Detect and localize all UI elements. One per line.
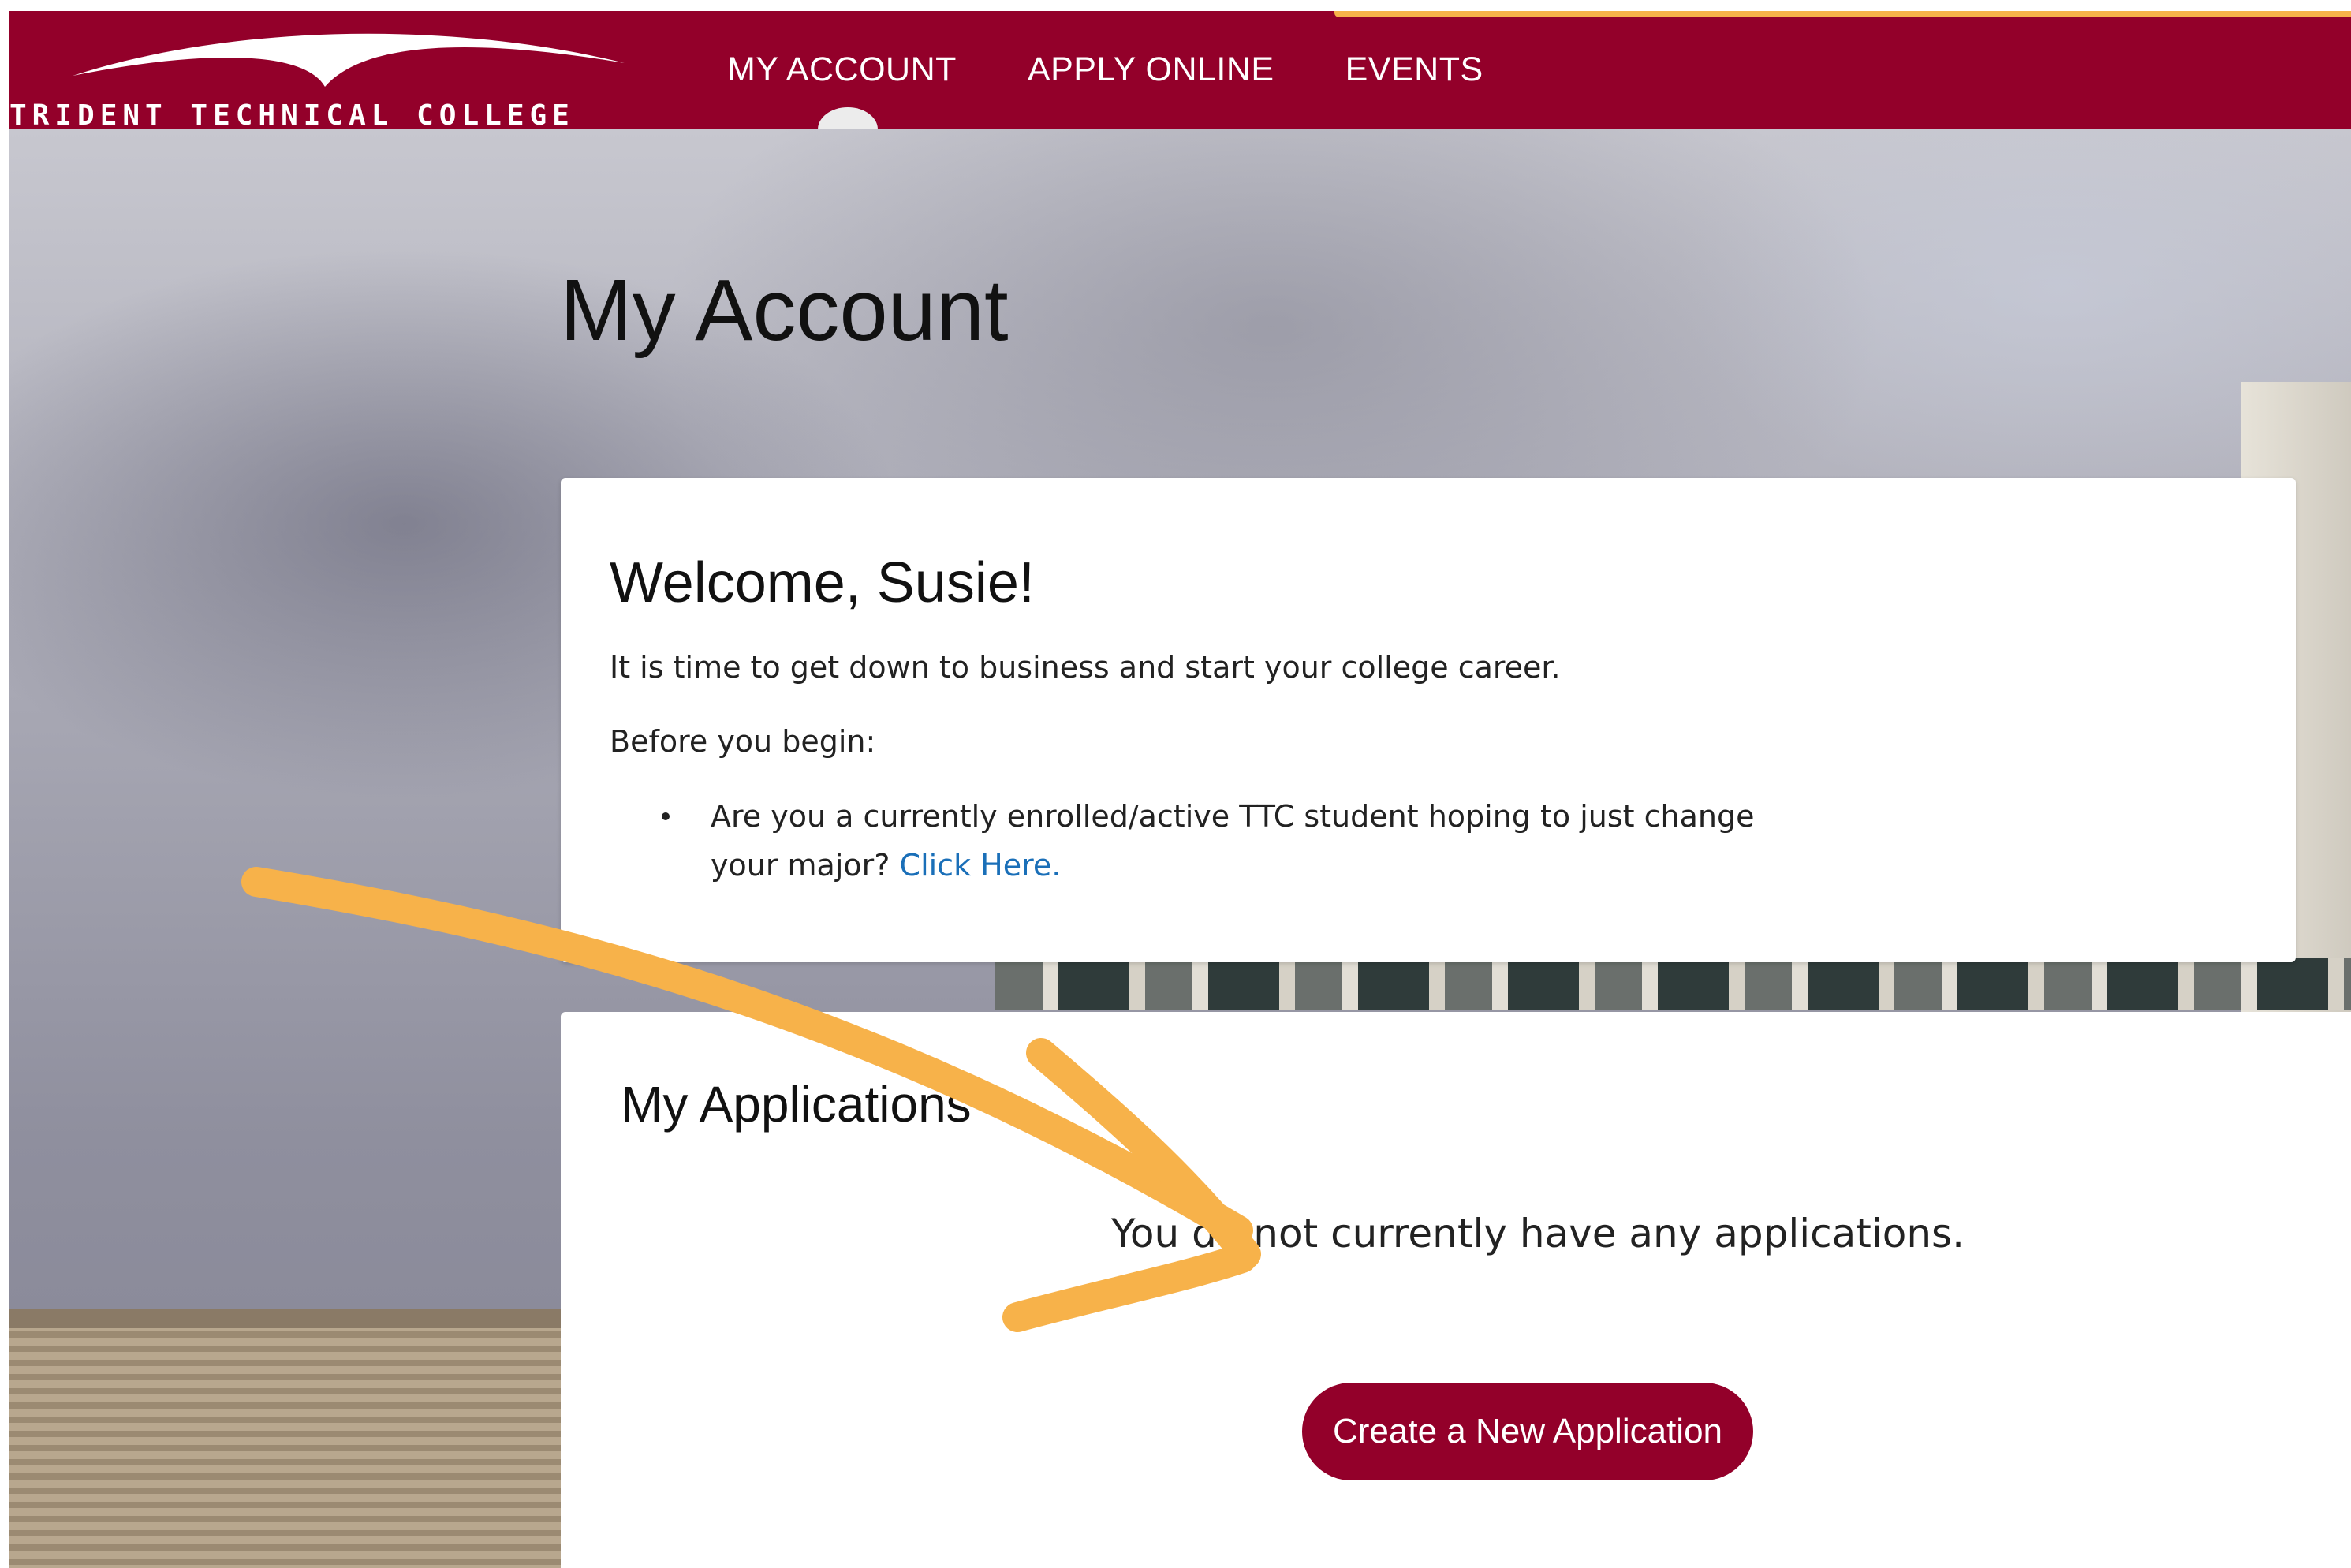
logo-arch-icon (73, 33, 625, 87)
click-here-link[interactable]: Click Here. (900, 848, 1062, 883)
create-new-application-button[interactable]: Create a New Application (1302, 1383, 1753, 1480)
welcome-heading: Welcome, Susie! (610, 551, 1035, 614)
nav-events[interactable]: EVENTS (1345, 50, 1483, 89)
welcome-intro: It is time to get down to business and s… (610, 650, 1561, 685)
no-applications-message: You do not currently have any applicatio… (1111, 1211, 1965, 1256)
building-roofline (9, 1309, 562, 1328)
accent-stripe (1334, 11, 2351, 17)
building-windows-image (995, 958, 2351, 1010)
page-title: My Account (560, 262, 1009, 359)
change-major-question: Are you a currently enrolled/active TTC … (711, 799, 1755, 883)
applications-card: My Applications You do not currently hav… (561, 1012, 2351, 1568)
top-nav-bar: TRIDENT TECHNICAL COLLEGE MY ACCOUNT APP… (9, 11, 2351, 151)
building-facade-image (9, 1309, 562, 1568)
main-nav: MY ACCOUNT APPLY ONLINE EVENTS (727, 50, 1483, 89)
nav-apply-online[interactable]: APPLY ONLINE (1028, 50, 1274, 89)
before-you-begin-list: Are you a currently enrolled/active TTC … (662, 792, 1766, 890)
welcome-card: Welcome, Susie! It is time to get down t… (561, 478, 2296, 962)
list-item: Are you a currently enrolled/active TTC … (662, 792, 1766, 890)
before-you-begin-label: Before you begin: (610, 724, 876, 759)
nav-my-account[interactable]: MY ACCOUNT (727, 50, 957, 89)
logo-wordmark: TRIDENT TECHNICAL COLLEGE (9, 99, 575, 132)
applications-heading: My Applications (621, 1076, 972, 1133)
college-logo[interactable]: TRIDENT TECHNICAL COLLEGE (9, 11, 688, 132)
